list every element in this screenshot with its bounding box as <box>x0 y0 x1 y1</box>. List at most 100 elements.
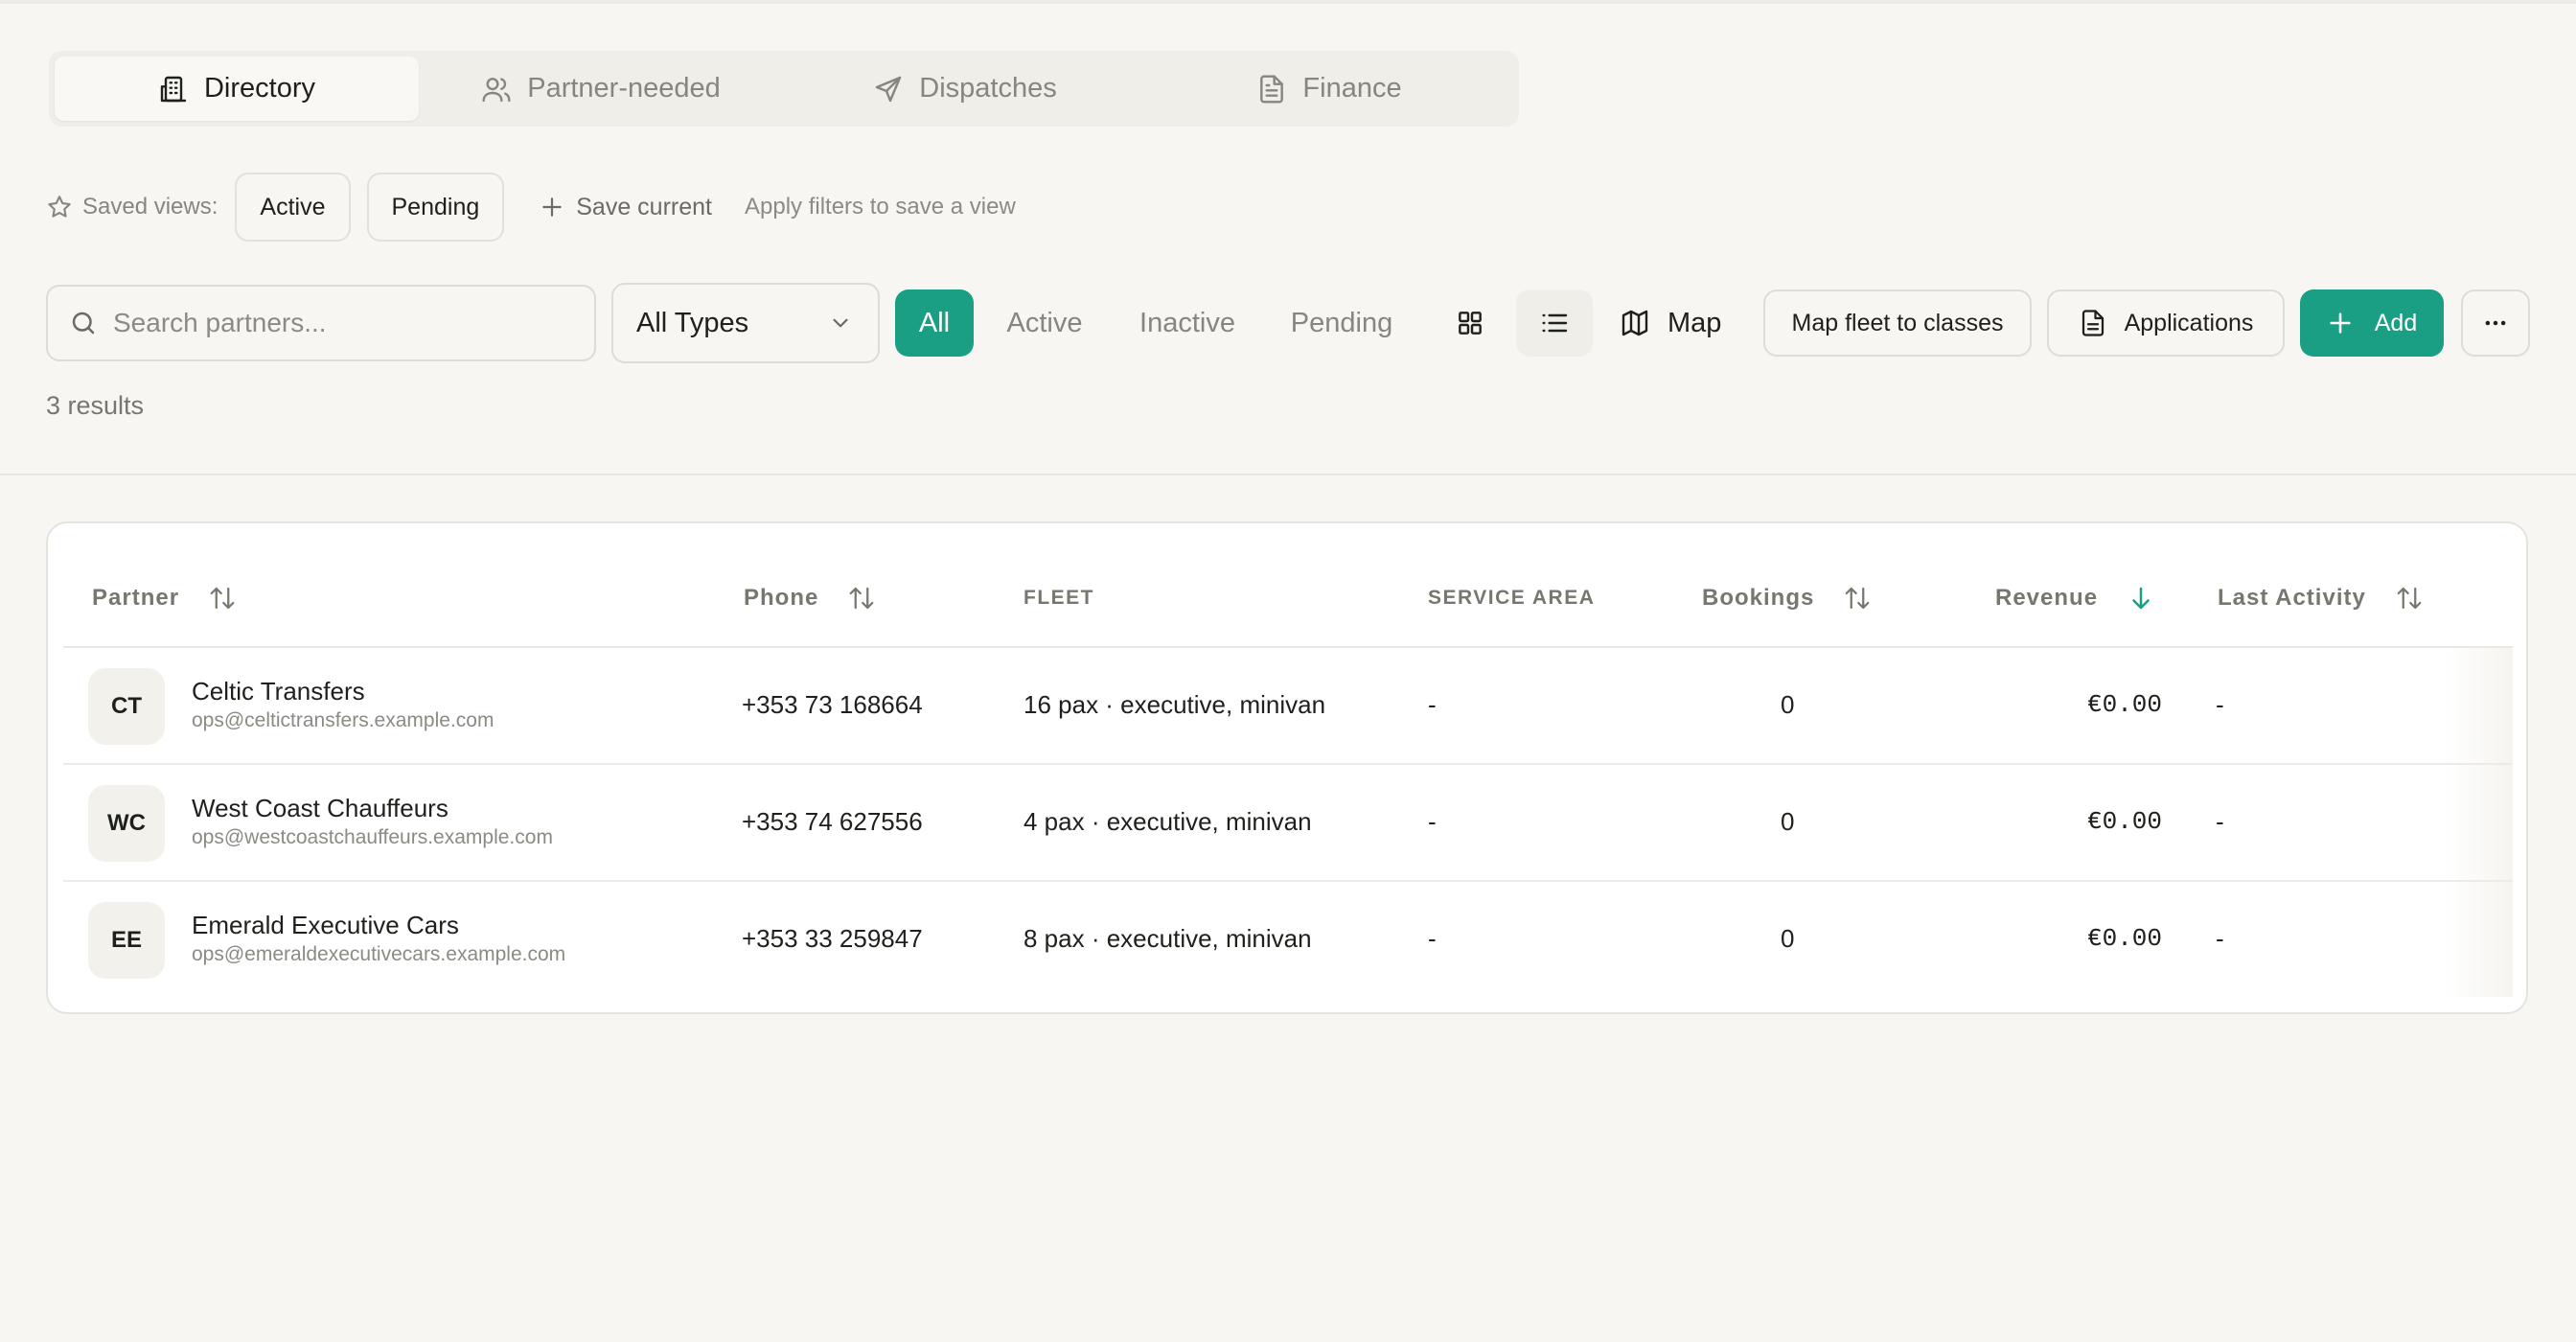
filter-all[interactable]: All <box>895 289 974 357</box>
map-view-button[interactable]: Map <box>1620 289 1721 357</box>
column-header-service-area: SERVICE AREA <box>1428 581 1595 615</box>
column-header-last-activity: Last Activity <box>2218 581 2424 615</box>
avatar: EE <box>88 902 165 979</box>
row-fade <box>2446 648 2513 763</box>
service-area-cell: - <box>1428 924 1437 953</box>
grid-view-button[interactable] <box>1432 289 1508 357</box>
add-partner-button[interactable]: Add <box>2300 289 2444 357</box>
save-view-hint: Apply filters to save a view <box>745 194 1016 220</box>
phone-cell: +353 74 627556 <box>742 807 923 836</box>
partners-table: Partner Phone FLEET SERVICE AREA Booking… <box>46 521 2528 1014</box>
partner-email: ops@celtictransfers.example.com <box>192 709 494 731</box>
search-box[interactable] <box>46 285 596 361</box>
sort-icon[interactable] <box>847 584 876 613</box>
map-label: Map <box>1668 307 1722 338</box>
results-count: 3 results <box>46 391 145 420</box>
list-icon <box>1542 313 1568 333</box>
last-activity-cell: - <box>2216 690 2224 719</box>
column-label: Revenue <box>1995 585 2099 611</box>
plus-icon <box>2330 312 2351 334</box>
column-label: Phone <box>744 585 819 611</box>
applications-label: Applications <box>2124 309 2254 336</box>
map-fleet-to-classes-button[interactable]: Map fleet to classes <box>1763 289 2032 357</box>
last-activity-cell: - <box>2216 807 2224 836</box>
filter-pending[interactable]: Pending <box>1278 289 1405 357</box>
partner-email: ops@emeraldexecutivecars.example.com <box>192 943 566 965</box>
section-divider <box>0 474 2576 475</box>
send-icon <box>876 76 902 102</box>
fleet-cell: 16 pax · executive, minivan <box>1024 690 1326 719</box>
service-area-cell: - <box>1428 690 1437 719</box>
table-row[interactable]: WC West Coast Chauffeurs ops@westcoastch… <box>63 765 2513 882</box>
column-header-fleet: FLEET <box>1024 581 1094 615</box>
partner-email: ops@westcoastchauffeurs.example.com <box>192 826 553 848</box>
revenue-cell: €0.00 <box>2087 924 2163 953</box>
type-select[interactable]: All Types <box>611 283 880 363</box>
column-header-phone: Phone <box>744 581 876 615</box>
list-view-button[interactable] <box>1516 289 1593 357</box>
building-icon <box>160 76 187 102</box>
sort-icon[interactable] <box>2395 584 2424 613</box>
table-row[interactable]: EE Emerald Executive Cars ops@emeraldexe… <box>63 882 2513 999</box>
tab-directory[interactable]: Directory <box>55 57 419 121</box>
users-icon <box>482 77 511 102</box>
avatar: WC <box>88 785 165 862</box>
saved-view-active[interactable]: Active <box>235 173 351 242</box>
save-current-button[interactable]: Save current <box>540 194 712 221</box>
sort-descending-icon[interactable] <box>2127 584 2155 613</box>
revenue-cell: €0.00 <box>2087 690 2163 719</box>
avatar: CT <box>88 668 165 745</box>
partner-name[interactable]: Emerald Executive Cars <box>192 911 459 940</box>
filter-active[interactable]: Active <box>993 289 1096 357</box>
revenue-cell: €0.00 <box>2087 807 2163 836</box>
fleet-cell: 8 pax · executive, minivan <box>1024 924 1312 953</box>
partner-name[interactable]: Celtic Transfers <box>192 677 365 706</box>
table-row[interactable]: CT Celtic Transfers ops@celtictransfers.… <box>63 648 2513 765</box>
type-select-value: All Types <box>636 307 749 338</box>
search-icon <box>72 312 95 335</box>
tab-label: Dispatches <box>919 73 1057 104</box>
star-icon <box>48 196 71 218</box>
tab-label: Finance <box>1302 73 1402 104</box>
plus-icon <box>542 197 562 217</box>
saved-views-bar: Saved views: Active Pending Save current… <box>46 173 1016 242</box>
save-current-label: Save current <box>576 193 712 220</box>
bookings-cell: 0 <box>1781 807 1795 836</box>
filter-inactive[interactable]: Inactive <box>1121 289 1254 357</box>
column-label: SERVICE AREA <box>1428 587 1596 609</box>
column-header-revenue: Revenue <box>1995 581 2155 615</box>
saved-views-label: Saved views: <box>46 194 218 220</box>
tab-dispatches[interactable]: Dispatches <box>783 57 1147 121</box>
sort-icon[interactable] <box>208 584 237 613</box>
sort-icon[interactable] <box>1843 584 1872 613</box>
row-fade <box>2446 882 2513 997</box>
service-area-cell: - <box>1428 807 1437 836</box>
tab-partner-needed[interactable]: Partner-needed <box>419 57 783 121</box>
fleet-cell: 4 pax · executive, minivan <box>1024 807 1312 836</box>
phone-cell: +353 73 168664 <box>742 690 923 719</box>
column-header-partner: Partner <box>92 581 237 615</box>
chevron-down-icon <box>833 318 848 328</box>
saved-view-pending[interactable]: Pending <box>366 173 505 242</box>
bookings-cell: 0 <box>1781 924 1795 953</box>
more-horizontal-icon <box>2485 320 2506 326</box>
add-label: Add <box>2374 309 2418 336</box>
more-options-button[interactable] <box>2461 289 2530 357</box>
partner-name[interactable]: West Coast Chauffeurs <box>192 794 448 823</box>
main-tabs: Directory Partner-needed Dispatches Fina… <box>49 51 1519 127</box>
last-activity-cell: - <box>2216 924 2224 953</box>
applications-button[interactable]: Applications <box>2047 289 2285 357</box>
column-label: FLEET <box>1024 587 1094 609</box>
grid-icon <box>1459 312 1482 335</box>
tab-finance[interactable]: Finance <box>1147 57 1511 121</box>
column-header-bookings: Bookings <box>1702 581 1872 615</box>
row-fade <box>2446 765 2513 880</box>
search-input[interactable] <box>113 308 564 338</box>
column-label: Bookings <box>1702 585 1815 611</box>
document-icon <box>2082 310 2104 336</box>
phone-cell: +353 33 259847 <box>742 924 923 953</box>
map-icon <box>1622 310 1648 336</box>
column-label: Partner <box>92 585 180 611</box>
saved-views-text: Saved views: <box>82 194 218 220</box>
tab-label: Directory <box>203 73 315 104</box>
